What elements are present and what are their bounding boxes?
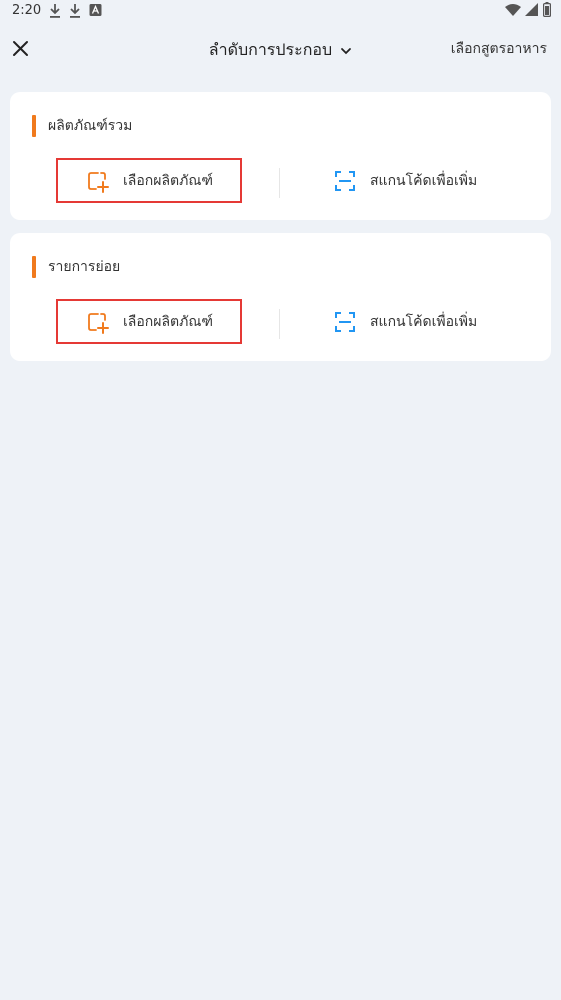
accent-bar xyxy=(32,256,36,278)
app-header: ลำดับการประกอบ เลือกสูตรอาหาร xyxy=(0,24,561,76)
select-product-button[interactable]: เลือกผลิตภัณฑ์ xyxy=(56,158,242,203)
divider xyxy=(279,309,280,339)
select-product-button[interactable]: เลือกผลิตภัณฑ์ xyxy=(56,299,242,344)
scan-to-add-label: สแกนโค้ดเพื่อเพิ่ม xyxy=(370,172,478,189)
chevron-down-icon xyxy=(341,47,352,54)
status-icons xyxy=(505,2,552,21)
section-title: รายการย่อย xyxy=(48,259,121,275)
assembly-order-dropdown[interactable]: ลำดับการประกอบ xyxy=(209,38,352,63)
scan-to-add-label: สแกนโค้ดเพื่อเพิ่ม xyxy=(370,313,478,330)
select-product-label: เลือกผลิตภัณฑ์ xyxy=(123,313,213,330)
scan-to-add-button[interactable]: สแกนโค้ดเพื่อเพิ่ม xyxy=(334,299,477,344)
download-icon xyxy=(48,3,62,23)
section-title: ผลิตภัณฑ์รวม xyxy=(48,118,133,134)
status-time: 2:20 xyxy=(12,3,42,18)
select-product-label: เลือกผลิตภัณฑ์ xyxy=(123,172,213,189)
page-title: ลำดับการประกอบ xyxy=(208,40,333,59)
scan-icon xyxy=(335,170,355,191)
add-product-icon xyxy=(88,171,110,193)
scan-icon xyxy=(335,311,355,332)
combined-product-card: ผลิตภัณฑ์รวม เลือกผลิตภัณฑ์ สแกนโค้ดเพื่… xyxy=(10,92,551,220)
wifi-icon xyxy=(505,3,521,21)
select-recipe-button[interactable]: เลือกสูตรอาหาร xyxy=(451,38,547,60)
battery-icon xyxy=(543,2,552,21)
signal-icon xyxy=(525,2,539,21)
accent-bar xyxy=(32,115,36,137)
download-icon xyxy=(68,3,82,23)
divider xyxy=(279,168,280,198)
sub-items-card: รายการย่อย เลือกผลิตภัณฑ์ สแกนโค้ดเพื่อเ… xyxy=(10,233,551,361)
status-bar: 2:20 xyxy=(0,0,561,24)
a-box-icon xyxy=(89,3,102,21)
add-product-icon xyxy=(88,312,110,334)
scan-to-add-button[interactable]: สแกนโค้ดเพื่อเพิ่ม xyxy=(334,158,477,203)
